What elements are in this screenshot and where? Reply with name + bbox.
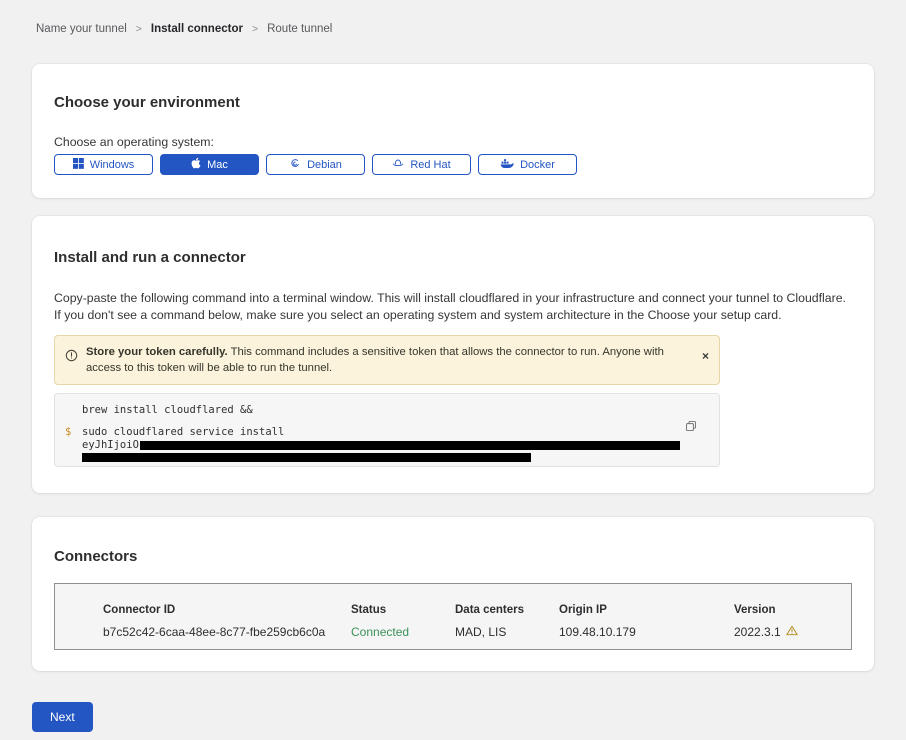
data-centers-value: MAD, LIS xyxy=(455,625,559,639)
breadcrumb-step-install-connector[interactable]: Install connector xyxy=(151,23,243,35)
os-button-mac[interactable]: Mac xyxy=(160,154,259,175)
breadcrumb: Name your tunnel > Install connector > R… xyxy=(0,0,906,35)
os-button-label: Docker xyxy=(520,159,555,171)
terminal-token-line-2 xyxy=(65,453,719,465)
os-button-label: Debian xyxy=(307,159,342,171)
status-badge: Connected xyxy=(351,625,455,639)
choose-environment-card: Choose your environment Choose an operat… xyxy=(32,64,874,198)
footer: Next xyxy=(0,671,906,732)
windows-logo-icon xyxy=(73,158,84,172)
os-button-group: Windows Mac Debian Red Hat xyxy=(54,154,852,175)
alert-circle-icon xyxy=(65,349,78,367)
connectors-table: Connector ID Status Data centers Origin … xyxy=(54,583,852,650)
os-button-redhat[interactable]: Red Hat xyxy=(372,154,471,175)
col-header-status: Status xyxy=(351,604,455,616)
os-button-label: Red Hat xyxy=(410,159,450,171)
install-description: Copy-paste the following command into a … xyxy=(54,290,852,324)
version-number: 2022.3.1 xyxy=(734,625,781,639)
environment-card-title: Choose your environment xyxy=(54,94,852,111)
version-value: 2022.3.1 xyxy=(734,625,851,639)
close-icon[interactable]: × xyxy=(702,350,709,362)
token-prefix-text: eyJhIjoiO xyxy=(82,439,139,451)
col-header-data-centers: Data centers xyxy=(455,604,559,616)
docker-whale-icon xyxy=(500,158,514,172)
connectors-table-header: Connector ID Status Data centers Origin … xyxy=(103,604,851,616)
token-warning-title: Store your token carefully. xyxy=(86,346,228,358)
breadcrumb-step-name-tunnel[interactable]: Name your tunnel xyxy=(36,23,127,35)
terminal-line-brew: brew install cloudflared && xyxy=(65,404,719,416)
connectors-card-title: Connectors xyxy=(54,548,852,565)
terminal-line-sudo: $ sudo cloudflared service install xyxy=(65,426,719,438)
os-button-windows[interactable]: Windows xyxy=(54,154,153,175)
connectors-card: Connectors Connector ID Status Data cent… xyxy=(32,517,874,671)
install-card-title: Install and run a connector xyxy=(54,249,852,266)
next-button[interactable]: Next xyxy=(32,702,93,732)
terminal-command-text: sudo cloudflared service install xyxy=(82,426,284,438)
breadcrumb-step-route-tunnel[interactable]: Route tunnel xyxy=(267,23,332,35)
terminal-command-block: brew install cloudflared && $ sudo cloud… xyxy=(54,393,720,467)
col-header-connector-id: Connector ID xyxy=(103,604,351,616)
breadcrumb-separator: > xyxy=(252,23,258,35)
breadcrumb-separator: > xyxy=(136,23,142,35)
os-button-docker[interactable]: Docker xyxy=(478,154,577,175)
warning-triangle-icon xyxy=(786,625,798,639)
copy-icon[interactable] xyxy=(685,420,697,432)
col-header-origin-ip: Origin IP xyxy=(559,604,734,616)
redhat-fedora-icon xyxy=(392,157,404,172)
origin-ip-value: 109.48.10.179 xyxy=(559,625,734,639)
terminal-prompt: $ xyxy=(65,426,82,438)
terminal-token-line: eyJhIjoiO xyxy=(65,439,719,451)
redacted-token-bar xyxy=(140,441,680,450)
os-button-label: Mac xyxy=(207,159,228,171)
main-content: Choose your environment Choose an operat… xyxy=(0,64,906,671)
connector-id-value: b7c52c42-6caa-48ee-8c77-fbe259cb6c0a xyxy=(103,625,351,639)
os-button-label: Windows xyxy=(90,159,135,171)
redacted-token-bar xyxy=(82,453,531,462)
os-select-label: Choose an operating system: xyxy=(54,135,852,149)
col-header-version: Version xyxy=(734,604,851,616)
apple-logo-icon xyxy=(191,157,201,172)
token-warning-banner: Store your token carefully. This command… xyxy=(54,335,720,385)
os-button-debian[interactable]: Debian xyxy=(266,154,365,175)
token-warning-text: Store your token carefully. This command… xyxy=(86,344,709,376)
table-row: b7c52c42-6caa-48ee-8c77-fbe259cb6c0a Con… xyxy=(103,625,851,639)
debian-swirl-icon xyxy=(289,157,301,172)
install-connector-card: Install and run a connector Copy-paste t… xyxy=(32,216,874,493)
